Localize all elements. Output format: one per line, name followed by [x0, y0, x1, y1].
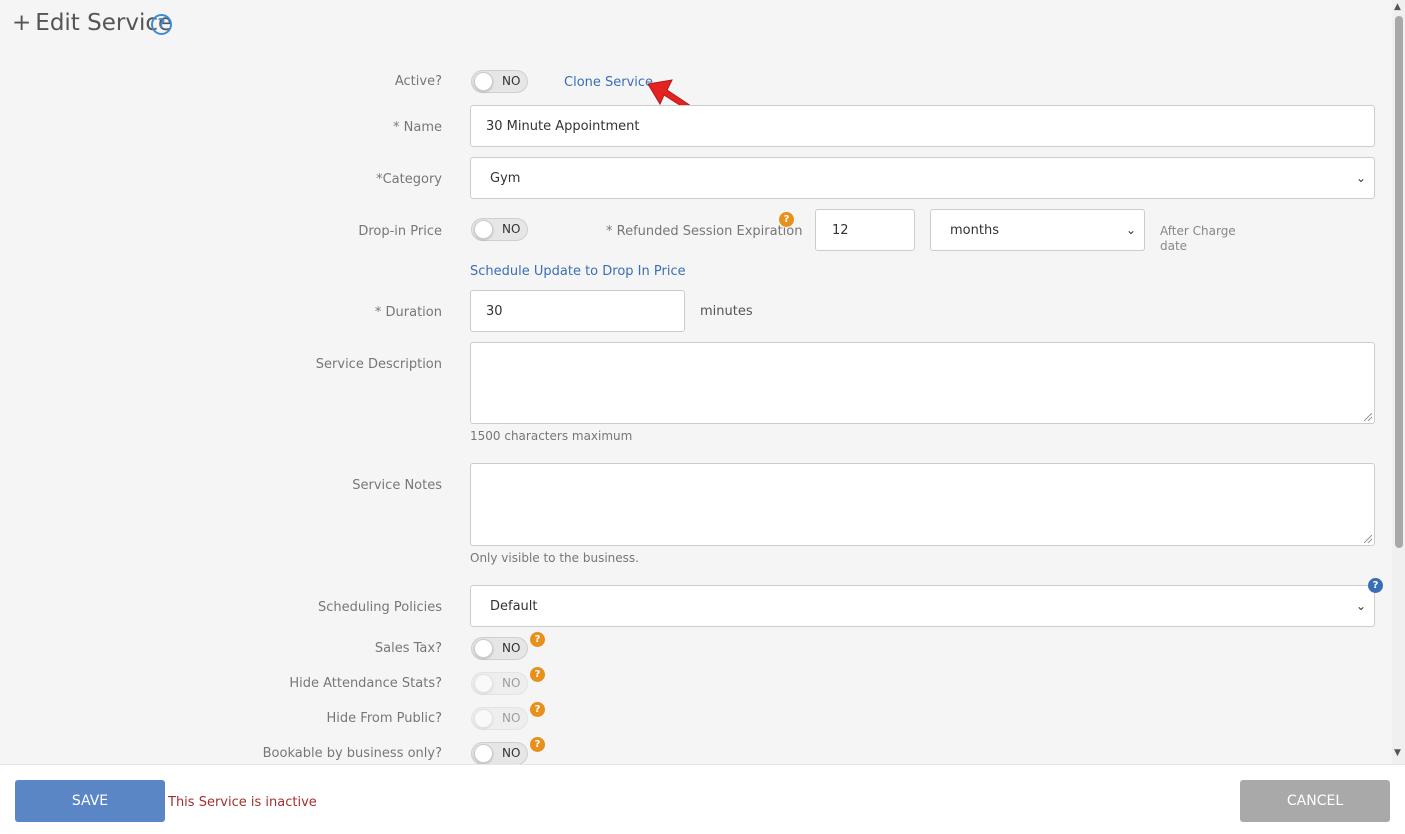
- toggle-knob: [474, 72, 493, 91]
- question-badge-icon[interactable]: ?: [530, 702, 545, 717]
- sales-tax-toggle[interactable]: NO: [471, 637, 528, 660]
- category-value: Gym: [490, 170, 521, 186]
- scroll-up-icon[interactable]: ▲: [1394, 2, 1401, 12]
- sales-tax-label: Sales Tax?: [374, 641, 442, 656]
- toggle-text: NO: [502, 641, 521, 655]
- question-badge-icon[interactable]: ?: [530, 737, 545, 752]
- question-badge-icon[interactable]: ?: [530, 632, 545, 647]
- hide-attendance-toggle: NO: [471, 672, 528, 695]
- description-label: Service Description: [315, 357, 442, 372]
- chevron-down-icon: ⌄: [1125, 223, 1136, 237]
- hide-public-label: Hide From Public?: [326, 711, 442, 726]
- plus-icon: +: [12, 10, 32, 36]
- scroll-down-icon[interactable]: ▼: [1394, 748, 1401, 758]
- toggle-knob: [474, 709, 493, 728]
- description-hint: 1500 characters maximum: [470, 429, 633, 443]
- notes-hint: Only visible to the business.: [470, 551, 639, 565]
- after-charge-line2: date: [1160, 239, 1188, 253]
- duration-label: * Duration: [374, 305, 442, 320]
- cancel-button[interactable]: CANCEL: [1240, 780, 1390, 822]
- name-label: * Name: [393, 120, 442, 135]
- toggle-knob: [474, 674, 493, 693]
- save-button[interactable]: SAVE: [15, 780, 165, 822]
- vertical-scrollbar[interactable]: ▲ ▼: [1392, 0, 1405, 764]
- duration-unit: minutes: [700, 304, 753, 319]
- scheduling-policies-value: Default: [490, 598, 538, 614]
- notes-label: Service Notes: [352, 478, 442, 493]
- notes-textarea[interactable]: [470, 463, 1375, 546]
- question-badge-icon[interactable]: ?: [530, 667, 545, 682]
- resize-grip-icon[interactable]: [1364, 413, 1372, 421]
- duration-value: 30: [486, 303, 503, 319]
- bookable-toggle[interactable]: NO: [471, 742, 528, 764]
- toggle-text: NO: [502, 74, 521, 88]
- toggle-knob: [474, 639, 493, 658]
- toggle-text: NO: [502, 711, 521, 725]
- after-charge-text: After Charge date: [1160, 224, 1236, 254]
- refund-expiration-value: 12: [832, 222, 849, 238]
- after-charge-line1: After Charge: [1160, 224, 1236, 238]
- active-label: Active?: [394, 74, 442, 89]
- dropin-price-toggle[interactable]: NO: [471, 218, 528, 241]
- scrollbar-thumb[interactable]: [1395, 16, 1403, 548]
- toggle-text: NO: [502, 222, 521, 236]
- clone-service-link[interactable]: Clone Service: [564, 75, 653, 90]
- refund-unit-select[interactable]: months ⌄: [930, 209, 1145, 251]
- scheduling-policies-label: Scheduling Policies: [317, 600, 442, 615]
- description-textarea[interactable]: [470, 342, 1375, 424]
- refund-expiration-input[interactable]: 12: [815, 209, 915, 251]
- resize-grip-icon[interactable]: [1364, 535, 1372, 543]
- inactive-status-text: This Service is inactive: [168, 795, 317, 810]
- active-toggle[interactable]: NO: [471, 70, 528, 93]
- name-value: 30 Minute Appointment: [486, 118, 640, 134]
- page-title: + Edit Service: [12, 10, 172, 36]
- question-badge-icon[interactable]: ?: [779, 212, 794, 227]
- chevron-down-icon: ⌄: [1355, 171, 1366, 185]
- schedule-update-link[interactable]: Schedule Update to Drop In Price: [470, 264, 686, 279]
- name-input[interactable]: 30 Minute Appointment: [470, 105, 1375, 147]
- dropin-price-label: Drop-in Price: [358, 224, 442, 239]
- category-label: *Category: [376, 172, 442, 187]
- refund-unit-value: months: [950, 222, 999, 238]
- toggle-knob: [474, 744, 493, 763]
- toggle-text: NO: [502, 746, 521, 760]
- edit-service-form: + Edit Service ? Active? NO Clone Service…: [0, 0, 1392, 764]
- help-icon[interactable]: ?: [151, 14, 172, 35]
- duration-input[interactable]: 30: [470, 290, 685, 332]
- toggle-text: NO: [502, 676, 521, 690]
- footer-bar: SAVE This Service is inactive CANCEL: [0, 764, 1405, 834]
- question-badge-icon[interactable]: ?: [1368, 578, 1383, 593]
- bookable-label: Bookable by business only?: [262, 746, 442, 761]
- hide-public-toggle: NO: [471, 707, 528, 730]
- scheduling-policies-select[interactable]: Default ⌄: [470, 585, 1375, 627]
- toggle-knob: [474, 220, 493, 239]
- chevron-down-icon: ⌄: [1355, 599, 1366, 613]
- hide-attendance-label: Hide Attendance Stats?: [289, 676, 442, 691]
- category-select[interactable]: Gym ⌄: [470, 157, 1375, 199]
- refund-expiration-label: * Refunded Session Expiration: [606, 224, 803, 239]
